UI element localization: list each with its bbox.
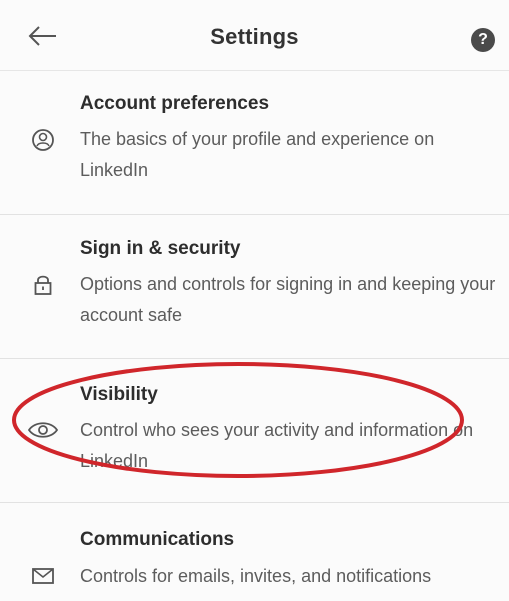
- item-title: Communications: [80, 529, 235, 550]
- item-description: Controls for emails, invites, and notifi…: [80, 566, 432, 586]
- user-circle-icon: [32, 129, 54, 151]
- item-title: Sign in & security: [80, 238, 241, 259]
- item-title: Account preferences: [80, 93, 270, 114]
- item-description: The basics of your profile and experienc…: [80, 129, 435, 180]
- item-description: Options and controls for signing in and …: [80, 274, 496, 325]
- settings-screen: Settings ? Account preferences The basic…: [0, 0, 509, 601]
- settings-item-account-preferences[interactable]: Account preferences The basics of your p…: [0, 71, 509, 215]
- question-circle-icon: ?: [478, 31, 488, 48]
- item-description: Control who sees your activity and infor…: [80, 420, 474, 471]
- page-title: Settings: [210, 24, 299, 49]
- help-button[interactable]: ?: [471, 28, 495, 52]
- envelope-icon: [32, 568, 54, 584]
- settings-item-visibility[interactable]: Visibility Control who sees your activit…: [0, 359, 509, 503]
- settings-item-sign-in-security[interactable]: Sign in & security Options and controls …: [0, 215, 509, 359]
- settings-item-communications[interactable]: Communications Controls for emails, invi…: [0, 503, 509, 601]
- item-title: Visibility: [80, 384, 158, 405]
- eye-icon: [27, 422, 59, 438]
- top-app-bar: Settings ?: [0, 0, 509, 71]
- lock-icon: [34, 275, 52, 295]
